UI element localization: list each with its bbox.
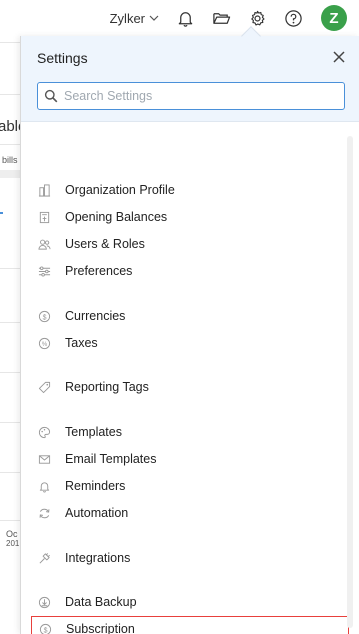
organization-switcher[interactable]: Zylker	[110, 11, 159, 26]
help-button[interactable]	[283, 8, 303, 28]
settings-item-opening-balances[interactable]: Opening Balances	[31, 204, 349, 230]
settings-item-label: Subscription	[66, 622, 135, 634]
plug-icon	[37, 551, 51, 565]
settings-search[interactable]	[37, 82, 345, 110]
envelope-icon	[37, 452, 51, 466]
search-icon	[44, 89, 58, 103]
settings-panel: Settings Organization Profile Opening Ba…	[20, 36, 359, 634]
top-bar: Zylker Z	[0, 0, 359, 36]
settings-item-reporting-tags[interactable]: Reporting Tags	[31, 374, 349, 400]
settings-button[interactable]	[247, 8, 267, 28]
background-date-fragment-1: Oc	[6, 529, 18, 539]
settings-item-label: Preferences	[65, 264, 133, 278]
refresh-icon	[37, 506, 51, 520]
settings-item-integrations[interactable]: Integrations	[31, 545, 349, 571]
settings-item-organization-profile[interactable]: Organization Profile	[31, 177, 349, 203]
document-balance-icon	[37, 210, 51, 224]
settings-search-input[interactable]	[64, 89, 334, 103]
avatar-letter: Z	[329, 9, 339, 27]
settings-scrollbar[interactable]	[347, 136, 353, 628]
organization-name: Zylker	[109, 10, 145, 26]
settings-item-label: Integrations	[65, 551, 131, 565]
settings-panel-header: Settings	[21, 36, 359, 122]
settings-item-label: Data Backup	[65, 595, 137, 609]
bell-icon	[37, 479, 51, 493]
backup-icon	[37, 595, 51, 609]
settings-menu: Organization Profile Opening Balances Us…	[21, 122, 349, 634]
settings-item-label: Users & Roles	[65, 237, 145, 251]
settings-item-currencies[interactable]: $ Currencies	[31, 303, 349, 329]
notifications-button[interactable]	[175, 8, 195, 28]
percent-icon: %	[37, 336, 51, 350]
user-avatar[interactable]: Z	[321, 5, 347, 31]
palette-icon	[37, 425, 51, 439]
sliders-icon	[37, 264, 51, 278]
settings-item-preferences[interactable]: Preferences	[31, 258, 349, 284]
svg-text:$: $	[42, 314, 46, 321]
background-page: able bills Oc 201	[0, 36, 20, 634]
background-date-fragment-2: 201	[6, 539, 20, 548]
settings-item-data-backup[interactable]: Data Backup	[31, 589, 349, 615]
building-icon	[37, 183, 51, 197]
background-bills-fragment: bills	[2, 155, 18, 165]
users-icon	[37, 237, 51, 251]
bell-icon	[178, 11, 192, 27]
settings-item-label: Opening Balances	[65, 210, 168, 224]
settings-item-label: Reporting Tags	[65, 380, 149, 394]
settings-item-users-roles[interactable]: Users & Roles	[31, 231, 349, 257]
settings-item-label: Email Templates	[65, 452, 157, 466]
background-title-fragment: able	[0, 118, 20, 135]
folder-open-icon	[212, 12, 230, 24]
documents-button[interactable]	[211, 8, 231, 28]
subscription-icon: $	[38, 622, 52, 634]
settings-item-taxes[interactable]: % Taxes	[31, 330, 349, 356]
settings-item-subscription[interactable]: $ Subscription	[31, 616, 349, 634]
settings-item-reminders[interactable]: Reminders	[31, 473, 349, 499]
chevron-down-icon	[149, 15, 159, 21]
settings-item-templates[interactable]: Templates	[31, 419, 349, 445]
help-circle-icon	[284, 9, 302, 27]
close-icon[interactable]	[331, 49, 347, 65]
settings-item-label: Templates	[65, 425, 122, 439]
svg-text:$: $	[43, 627, 47, 634]
settings-title: Settings	[37, 50, 88, 66]
currency-icon: $	[37, 309, 51, 323]
settings-item-email-templates[interactable]: Email Templates	[31, 446, 349, 472]
settings-item-label: Currencies	[65, 309, 126, 323]
gear-icon	[250, 10, 265, 26]
settings-item-label: Automation	[65, 506, 129, 520]
settings-item-automation[interactable]: Automation	[31, 500, 349, 526]
settings-item-label: Reminders	[65, 479, 126, 493]
settings-item-label: Organization Profile	[65, 183, 175, 197]
settings-item-label: Taxes	[65, 336, 98, 350]
tag-icon	[37, 380, 51, 394]
svg-text:%: %	[41, 341, 47, 347]
